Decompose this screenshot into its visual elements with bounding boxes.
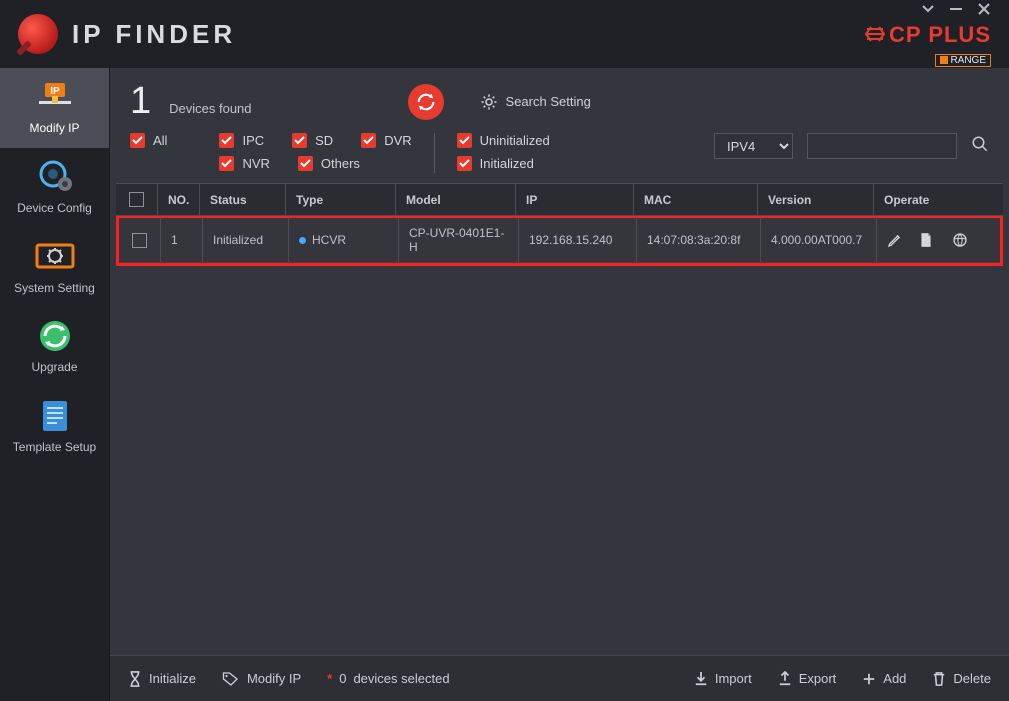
sidebar-item-label: Modify IP — [29, 122, 79, 136]
upgrade-icon — [32, 317, 78, 355]
filter-all[interactable]: All — [130, 133, 167, 148]
import-icon — [694, 671, 708, 687]
export-icon — [778, 671, 792, 687]
settings-screen-icon — [32, 238, 78, 276]
select-all-checkbox[interactable] — [129, 192, 144, 207]
search-setting-button[interactable]: Search Setting — [480, 93, 591, 111]
filter-ipc[interactable]: IPC — [219, 133, 264, 148]
checkbox-icon — [457, 156, 472, 171]
selected-status: * 0 devices selected — [327, 671, 449, 686]
sidebar-item-label: Device Config — [17, 202, 92, 216]
filter-others[interactable]: Others — [298, 156, 360, 171]
th-mac: MAC — [634, 184, 758, 215]
sidebar-item-modify-ip[interactable]: IP Modify IP — [0, 68, 109, 148]
devices-count: 1 — [130, 80, 151, 123]
modify-ip-button[interactable]: Modify IP — [222, 671, 301, 687]
table-header: NO. Status Type Model IP MAC Version Ope… — [116, 183, 1003, 216]
tag-edit-icon — [222, 671, 240, 687]
devices-found: 1 Devices found — [130, 80, 252, 123]
th-version: Version — [758, 184, 874, 215]
footer-bar: Initialize Modify IP * 0 devices selecte… — [110, 655, 1009, 701]
th-status: Status — [200, 184, 286, 215]
ip-icon: IP — [32, 78, 78, 116]
gear-icon — [480, 93, 498, 111]
checkbox-icon — [292, 133, 307, 148]
trash-icon — [932, 671, 946, 687]
filter-nvr[interactable]: NVR — [219, 156, 269, 171]
sidebar-item-label: Upgrade — [31, 361, 77, 375]
checkbox-icon — [219, 156, 234, 171]
svg-text:IP: IP — [50, 86, 60, 97]
filter-uninitialized[interactable]: Uninitialized — [457, 133, 550, 148]
th-operate: Operate — [874, 184, 1003, 215]
camera-gear-icon — [32, 158, 78, 196]
cell-type: HCVR — [289, 218, 399, 262]
refresh-icon — [415, 91, 437, 113]
plus-icon — [862, 672, 876, 686]
minimize-button[interactable] — [949, 2, 963, 16]
th-model: Model — [396, 184, 516, 215]
sidebar-item-upgrade[interactable]: Upgrade — [0, 307, 109, 387]
edit-icon[interactable] — [887, 232, 903, 248]
cell-no: 1 — [161, 218, 203, 262]
sidebar-item-device-config[interactable]: Device Config — [0, 148, 109, 228]
sidebar: IP Modify IP Device Config — [0, 68, 110, 701]
hourglass-icon — [128, 671, 142, 687]
checkbox-icon — [130, 133, 145, 148]
app-title: IP FINDER — [72, 19, 236, 50]
dropdown-icon[interactable] — [921, 2, 935, 16]
search-icon[interactable] — [971, 135, 989, 158]
cell-version: 4.000.00AT000.7 — [761, 218, 877, 262]
template-icon — [32, 397, 78, 435]
app-logo — [18, 14, 58, 54]
cell-model: CP-UVR-0401E1-H — [399, 218, 519, 262]
checkbox-icon — [219, 133, 234, 148]
search-input[interactable] — [807, 133, 957, 159]
checkbox-icon — [298, 156, 313, 171]
close-button[interactable] — [977, 2, 991, 16]
sidebar-item-template-setup[interactable]: Template Setup — [0, 387, 109, 467]
th-no: NO. — [158, 184, 200, 215]
checkbox-icon — [457, 133, 472, 148]
th-ip: IP — [516, 184, 634, 215]
status-dot-icon — [299, 237, 306, 244]
filter-initialized[interactable]: Initialized — [457, 156, 550, 171]
initialize-button[interactable]: Initialize — [128, 671, 196, 687]
devices-label: Devices found — [169, 101, 251, 116]
cell-status: Initialized — [203, 218, 289, 262]
brand-logo: CP PLUS — [865, 22, 991, 48]
ip-version-select[interactable]: IPV4 — [714, 133, 793, 159]
cell-ip: 192.168.15.240 — [519, 218, 637, 262]
cell-mac: 14:07:08:3a:20:8f — [637, 218, 761, 262]
asterisk-icon: * — [327, 671, 332, 686]
divider — [434, 133, 435, 173]
filter-sd[interactable]: SD — [292, 133, 333, 148]
sidebar-item-label: Template Setup — [13, 441, 96, 455]
add-button[interactable]: Add — [862, 671, 906, 686]
row-checkbox[interactable] — [132, 233, 147, 248]
export-button[interactable]: Export — [778, 671, 837, 687]
sidebar-item-system-setting[interactable]: System Setting — [0, 228, 109, 308]
brand-orange: RANGE — [935, 54, 991, 67]
device-table: NO. Status Type Model IP MAC Version Ope… — [116, 183, 1003, 655]
checkbox-icon — [361, 133, 376, 148]
delete-button[interactable]: Delete — [932, 671, 991, 687]
refresh-button[interactable] — [408, 84, 444, 120]
import-button[interactable]: Import — [694, 671, 752, 687]
sidebar-item-label: System Setting — [14, 282, 95, 296]
th-type: Type — [286, 184, 396, 215]
document-icon[interactable] — [919, 232, 935, 248]
table-row[interactable]: 1 Initialized HCVR CP-UVR-0401E1-H 192.1… — [119, 218, 1000, 263]
browser-icon[interactable] — [951, 232, 967, 248]
filter-dvr[interactable]: DVR — [361, 133, 411, 148]
